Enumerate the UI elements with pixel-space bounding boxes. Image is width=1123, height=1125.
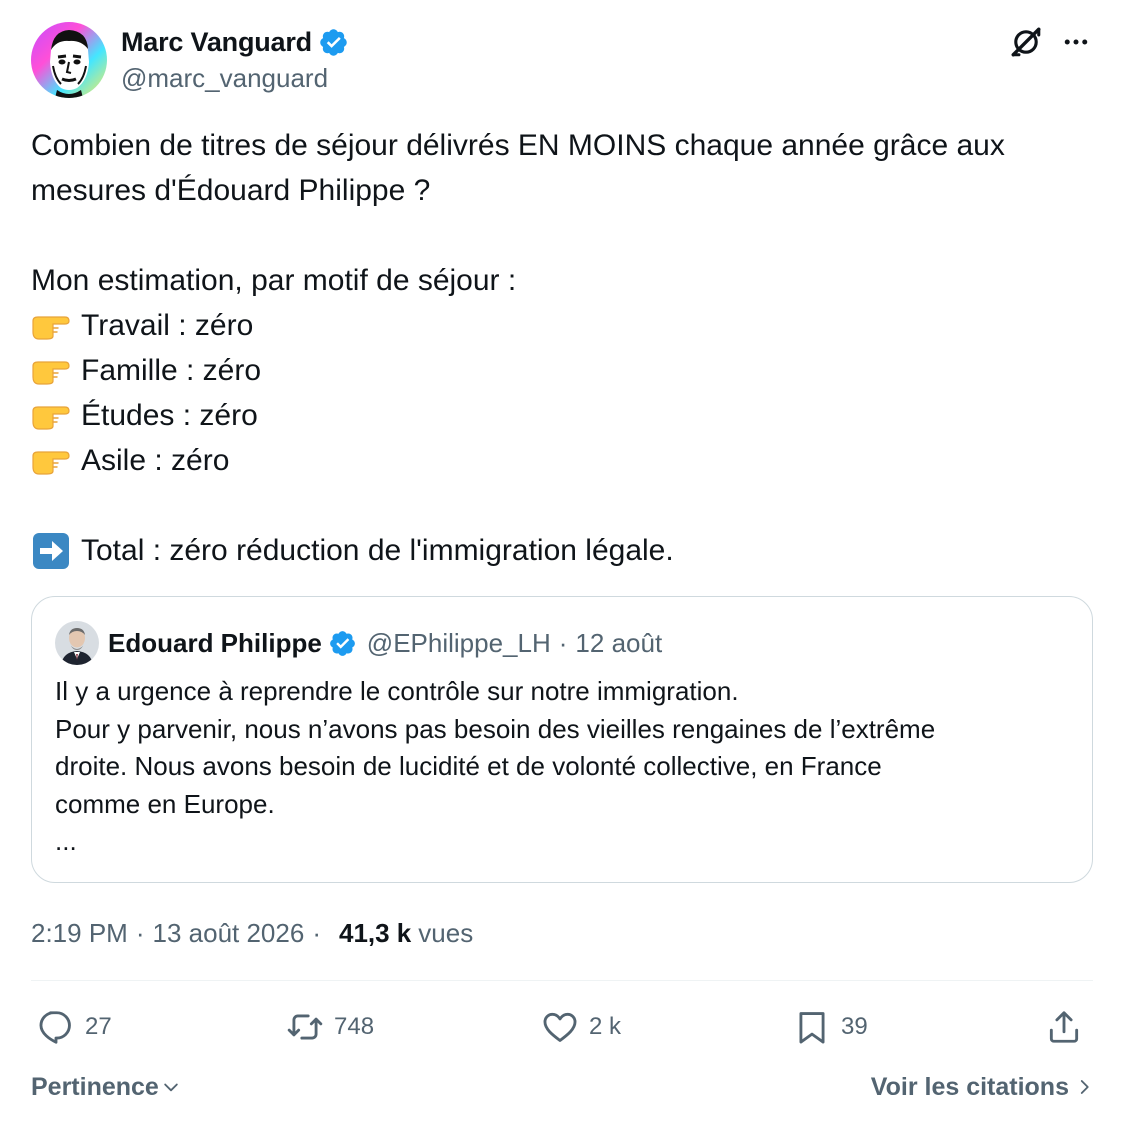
pointing-right-emoji	[31, 351, 71, 391]
quoted-ellipsis: ...	[55, 826, 77, 856]
replies-footer: Pertinence Voir les citations	[31, 1067, 1093, 1107]
reply-icon	[39, 1011, 71, 1044]
quoted-tweet-header: Edouard Philippe @EPhilippe_LH · 12 août	[55, 621, 662, 665]
action-bar: 27 748 2 k 39	[31, 1005, 1093, 1049]
tweet-meta: 2:19 PM · 13 août 2026 · 41,3 k vues	[31, 913, 473, 953]
list-item-text: Études : zéro	[81, 399, 258, 432]
tweet-date[interactable]: 13 août 2026	[153, 918, 305, 949]
quoted-line: Pour y parvenir, nous n’avons pas besoin…	[55, 713, 936, 744]
like-icon	[543, 1012, 577, 1042]
list-item: Travail : zéro	[31, 303, 1093, 348]
quoted-line: comme en Europe.	[55, 788, 275, 819]
chevron-down-icon	[164, 1083, 178, 1092]
quoted-tweet[interactable]: Edouard Philippe @EPhilippe_LH · 12 août…	[31, 596, 1093, 883]
sort-label: Pertinence	[31, 1072, 159, 1101]
tweet-text: Combien de titres de séjour délivrés EN …	[31, 123, 1093, 573]
author-display-name[interactable]: Marc Vanguard	[121, 27, 312, 58]
author-avatar-image	[31, 22, 107, 98]
bookmark-count: 39	[841, 1013, 868, 1040]
like-count: 2 k	[589, 1013, 622, 1040]
author-name-row: Marc Vanguard	[121, 24, 349, 60]
separator-dot: ·	[135, 917, 145, 948]
repost-count: 748	[334, 1013, 375, 1040]
quoted-author-name[interactable]: Edouard Philippe	[108, 628, 322, 659]
list-item: Études : zéro	[31, 393, 1093, 438]
share-icon	[1049, 1011, 1079, 1043]
tweet-intro: Mon estimation, par motif de séjour :	[31, 264, 517, 297]
share-button[interactable]	[1045, 1005, 1083, 1049]
tweet-total: Total : zéro réduction de l'immigration …	[31, 528, 1093, 573]
views-label: vues	[418, 917, 474, 948]
bookmark-icon	[799, 1012, 825, 1044]
grok-icon[interactable]	[1008, 24, 1044, 60]
repost-button[interactable]: 748	[286, 1005, 374, 1049]
sort-dropdown[interactable]: Pertinence	[31, 1067, 181, 1107]
quoted-tweet-text: Il y a urgence à reprendre le contrôle s…	[55, 673, 1065, 861]
verified-badge-icon[interactable]	[318, 27, 349, 58]
reply-count: 27	[85, 1013, 112, 1040]
pointing-right-emoji	[31, 306, 71, 346]
repost-icon	[287, 1014, 323, 1040]
list-item: Asile : zéro	[31, 438, 1093, 483]
list-item-text: Asile : zéro	[81, 444, 230, 477]
list-item-text: Famille : zéro	[81, 354, 262, 387]
quoted-tweet-date[interactable]: 12 août	[575, 628, 662, 659]
divider	[31, 980, 1093, 981]
quoted-line: droite. Nous avons besoin de lucidité et…	[55, 751, 882, 781]
quoted-author-avatar[interactable]	[55, 621, 99, 665]
like-button[interactable]: 2 k	[541, 1005, 621, 1049]
reply-button[interactable]: 27	[37, 1005, 112, 1049]
more-options-icon[interactable]	[1058, 24, 1094, 60]
author-handle[interactable]: @marc_vanguard	[121, 63, 328, 94]
list-item: Famille : zéro	[31, 348, 1093, 393]
right-arrow-emoji	[31, 531, 71, 571]
tweet-time[interactable]: 2:19 PM	[31, 918, 128, 949]
quoted-line: Il y a urgence à reprendre le contrôle s…	[55, 676, 739, 706]
tweet-header: Marc Vanguard @marc_vanguard	[31, 22, 1093, 100]
pointing-right-emoji	[31, 441, 71, 481]
list-item-text: Travail : zéro	[81, 309, 254, 342]
author-avatar[interactable]	[31, 22, 107, 98]
view-quotes-label: Voir les citations	[870, 1072, 1069, 1101]
tweet-total-text: Total : zéro réduction de l'immigration …	[81, 534, 674, 567]
verified-badge-icon[interactable]	[328, 629, 357, 658]
view-quotes-link[interactable]: Voir les citations	[871, 1067, 1093, 1107]
bookmark-button[interactable]: 39	[793, 1005, 868, 1049]
views-count[interactable]: 41,3 k	[339, 918, 411, 949]
tweet-line: Combien de titres de séjour délivrés EN …	[31, 129, 1005, 162]
separator-dot: ·	[558, 627, 568, 658]
quoted-author-handle[interactable]: @EPhilippe_LH	[367, 628, 551, 659]
separator-dot: ·	[312, 917, 321, 948]
tweet-line: mesures d'Édouard Philippe ?	[31, 174, 431, 207]
pointing-right-emoji	[31, 396, 71, 436]
chevron-right-icon	[1080, 1080, 1089, 1094]
